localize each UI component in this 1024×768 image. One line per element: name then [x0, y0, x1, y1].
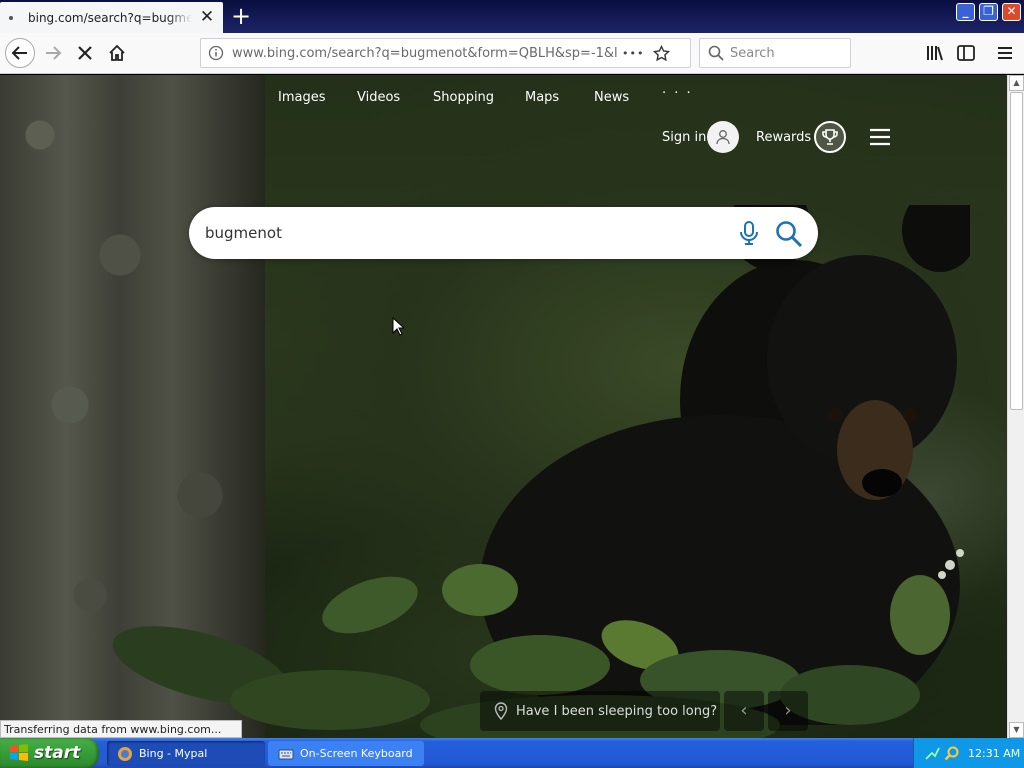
search-input[interactable]	[730, 45, 840, 61]
user-icon	[716, 130, 730, 145]
taskbar: start Bing - Mypal On-Screen Keyboard 12…	[0, 738, 1024, 768]
bing-homepage: Images Videos Shopping Maps News · · · S…	[0, 75, 1007, 738]
mouse-cursor-icon	[392, 317, 404, 336]
hamburger-icon[interactable]	[868, 127, 892, 147]
scroll-down-button[interactable]: ▼	[1009, 722, 1024, 738]
loading-dot-icon	[9, 15, 13, 20]
taskbar-item-label: On-Screen Keyboard	[300, 747, 413, 760]
new-tab-button[interactable]: +	[228, 4, 254, 30]
bing-top-nav: Images Videos Shopping Maps News · · ·	[0, 86, 1007, 110]
sidebar-icon	[957, 45, 975, 61]
nav-news-link[interactable]: News	[594, 90, 629, 105]
menu-icon	[998, 47, 1012, 59]
minimize-button[interactable]: _	[956, 3, 975, 21]
scroll-thumb[interactable]	[1010, 92, 1023, 410]
caption-text: Have I been sleeping too long?	[516, 703, 718, 719]
bing-search-box[interactable]: bugmenot	[189, 207, 818, 259]
library-icon	[927, 46, 943, 61]
system-tray: 12:31 AM	[913, 738, 1024, 768]
status-text: Transferring data from www.bing.com...	[0, 720, 242, 738]
taskbar-item-bing-mypal[interactable]: Bing - Mypal	[107, 741, 265, 766]
nav-maps-link[interactable]: Maps	[525, 90, 559, 105]
network-tray-icon[interactable]	[924, 745, 940, 761]
image-caption[interactable]: Have I been sleeping too long?	[480, 691, 720, 731]
star-icon[interactable]	[653, 44, 671, 62]
account-bar: Sign in Rewards	[0, 121, 1007, 157]
close-window-button[interactable]: ✕	[1002, 3, 1021, 21]
home-icon	[109, 44, 125, 61]
previous-image-button[interactable]: ‹	[724, 691, 764, 731]
page-actions-icon[interactable]: •••	[622, 47, 644, 60]
vertical-scrollbar[interactable]: ▲ ▼	[1007, 75, 1024, 738]
search-box[interactable]	[699, 38, 851, 68]
restore-button[interactable]: ❐	[979, 3, 998, 21]
search-submit-icon[interactable]	[774, 219, 804, 249]
forward-arrow-icon	[46, 46, 62, 60]
tab-bar: bing.com/search?q=bugmenot&form=QBLH&sp=…	[0, 0, 1024, 33]
tab-bing-search[interactable]: bing.com/search?q=bugmenot&form=QBLH&sp=…	[0, 2, 223, 33]
rewards-link[interactable]: Rewards	[756, 130, 811, 145]
search-tray-icon[interactable]	[944, 745, 960, 761]
menu-button[interactable]	[990, 38, 1020, 68]
search-icon	[708, 45, 724, 61]
taskbar-item-label: Bing - Mypal	[139, 747, 208, 760]
taskbar-item-on-screen-keyboard[interactable]: On-Screen Keyboard	[268, 741, 424, 766]
scroll-up-button[interactable]: ▲	[1009, 75, 1024, 91]
sidebar-button[interactable]	[951, 38, 981, 68]
forward-button[interactable]	[38, 38, 68, 68]
nav-videos-link[interactable]: Videos	[357, 90, 400, 105]
home-button[interactable]	[102, 38, 132, 68]
url-bar[interactable]: www.bing.com/search?q=bugmenot&form=QBLH…	[200, 38, 691, 68]
trophy-icon	[822, 129, 838, 145]
start-button[interactable]: start	[0, 738, 99, 768]
rewards-badge[interactable]	[814, 121, 846, 153]
microphone-icon[interactable]	[735, 219, 763, 247]
avatar[interactable]	[707, 121, 739, 153]
tab-title: bing.com/search?q=bugmenot&form=QBLH&sp=…	[28, 10, 192, 25]
info-icon[interactable]	[208, 45, 224, 61]
clock[interactable]: 12:31 AM	[968, 747, 1020, 760]
start-label: start	[34, 743, 81, 763]
back-button[interactable]	[5, 38, 35, 68]
search-query-text[interactable]: bugmenot	[205, 224, 282, 242]
keyboard-icon	[278, 749, 294, 759]
navigation-toolbar: www.bing.com/search?q=bugmenot&form=QBLH…	[0, 33, 1024, 74]
stop-icon	[78, 46, 92, 60]
url-text[interactable]: www.bing.com/search?q=bugmenot&form=QBLH…	[232, 46, 618, 61]
nav-images-link[interactable]: Images	[278, 90, 326, 105]
sign-in-link[interactable]: Sign in	[662, 130, 706, 145]
library-button[interactable]	[920, 38, 950, 68]
nav-more-link[interactable]: · · ·	[662, 86, 693, 101]
stop-button[interactable]	[70, 38, 100, 68]
tab-close-icon[interactable]: ✕	[198, 8, 216, 26]
next-image-button[interactable]: ›	[768, 691, 808, 731]
nav-shopping-link[interactable]: Shopping	[433, 90, 494, 105]
windows-logo-icon	[10, 744, 28, 761]
browser-icon	[118, 746, 132, 761]
location-pin-icon	[494, 702, 508, 720]
back-arrow-icon	[11, 46, 27, 60]
